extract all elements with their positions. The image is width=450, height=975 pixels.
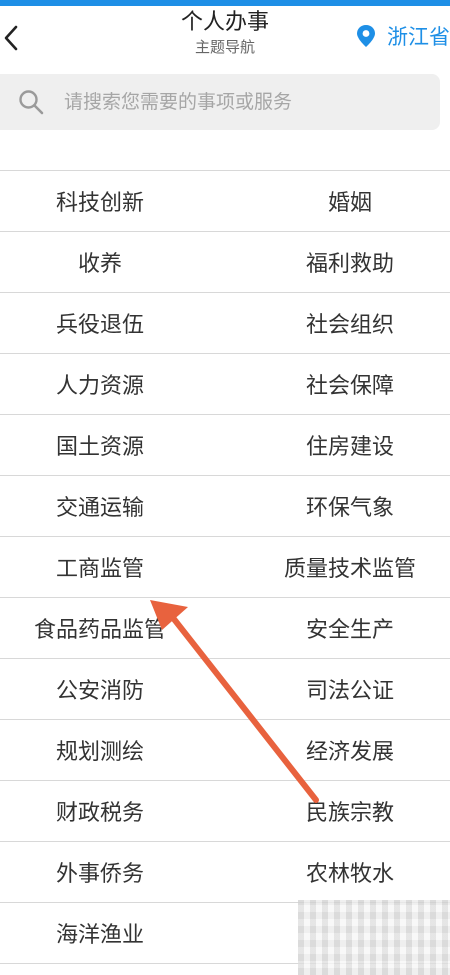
category-item[interactable]: 农林牧水 bbox=[225, 842, 450, 902]
category-item[interactable]: 科技创新 bbox=[0, 171, 200, 231]
category-row: 财政税务 民族宗教 bbox=[0, 781, 450, 842]
category-item[interactable]: 国土资源 bbox=[0, 415, 200, 475]
category-item[interactable]: 经济发展 bbox=[225, 720, 450, 780]
chevron-left-icon bbox=[4, 25, 18, 51]
blurred-watermark bbox=[298, 900, 450, 975]
search-input[interactable] bbox=[64, 91, 404, 113]
search-area bbox=[0, 64, 450, 138]
category-item[interactable]: 民族宗教 bbox=[225, 781, 450, 841]
category-row: 兵役退伍 社会组织 bbox=[0, 293, 450, 354]
category-row: 规划测绘 经济发展 bbox=[0, 720, 450, 781]
category-item[interactable]: 财政税务 bbox=[0, 781, 200, 841]
category-item[interactable]: 安全生产 bbox=[225, 598, 450, 658]
category-item[interactable]: 环保气象 bbox=[225, 476, 450, 536]
category-item[interactable]: 工商监管 bbox=[0, 537, 200, 597]
category-item[interactable]: 婚姻 bbox=[225, 171, 450, 231]
category-row: 科技创新 婚姻 bbox=[0, 171, 450, 232]
title-block: 个人办事 主题导航 bbox=[125, 6, 325, 64]
category-item[interactable]: 交通运输 bbox=[0, 476, 200, 536]
category-item[interactable]: 收养 bbox=[0, 232, 200, 292]
page-title: 个人办事 bbox=[180, 10, 269, 35]
category-item[interactable]: 质量技术监管 bbox=[225, 537, 450, 597]
category-item[interactable]: 海洋渔业 bbox=[0, 903, 200, 963]
category-item[interactable]: 公安消防 bbox=[0, 659, 200, 719]
category-item[interactable]: 规划测绘 bbox=[0, 720, 200, 780]
category-item[interactable]: 住房建设 bbox=[225, 415, 450, 475]
category-row: 人力资源 社会保障 bbox=[0, 354, 450, 415]
category-item[interactable]: 食品药品监管 bbox=[0, 598, 200, 658]
category-row: 国土资源 住房建设 bbox=[0, 415, 450, 476]
category-item[interactable]: 兵役退伍 bbox=[0, 293, 200, 353]
category-item[interactable]: 社会组织 bbox=[225, 293, 450, 353]
category-item[interactable]: 外事侨务 bbox=[0, 842, 200, 902]
page-subtitle: 主题导航 bbox=[194, 38, 255, 56]
category-item[interactable]: 人力资源 bbox=[0, 354, 200, 414]
category-row: 交通运输 环保气象 bbox=[0, 476, 450, 537]
category-row: 外事侨务 农林牧水 bbox=[0, 842, 450, 903]
back-button[interactable] bbox=[0, 20, 22, 56]
location-selector[interactable]: 浙江省 bbox=[355, 20, 450, 52]
category-item[interactable]: 司法公证 bbox=[225, 659, 450, 719]
category-item[interactable]: 社会保障 bbox=[225, 354, 450, 414]
category-grid: 文化体育新闻广电出版科技创新婚姻收养福利救助兵役退伍社会组织人力资源社会保障国土… bbox=[0, 110, 450, 975]
location-label: 浙江省 bbox=[387, 25, 450, 49]
category-row: 收养 福利救助 bbox=[0, 232, 450, 293]
search-box[interactable] bbox=[0, 74, 440, 130]
category-item[interactable]: 福利救助 bbox=[225, 232, 450, 292]
category-row: 工商监管 质量技术监管 bbox=[0, 537, 450, 598]
header: 个人办事 主题导航 浙江省 bbox=[0, 6, 450, 64]
search-icon bbox=[19, 90, 44, 115]
map-pin-icon bbox=[357, 25, 375, 47]
category-row: 食品药品监管 安全生产 bbox=[0, 598, 450, 659]
category-row: 公安消防 司法公证 bbox=[0, 659, 450, 720]
